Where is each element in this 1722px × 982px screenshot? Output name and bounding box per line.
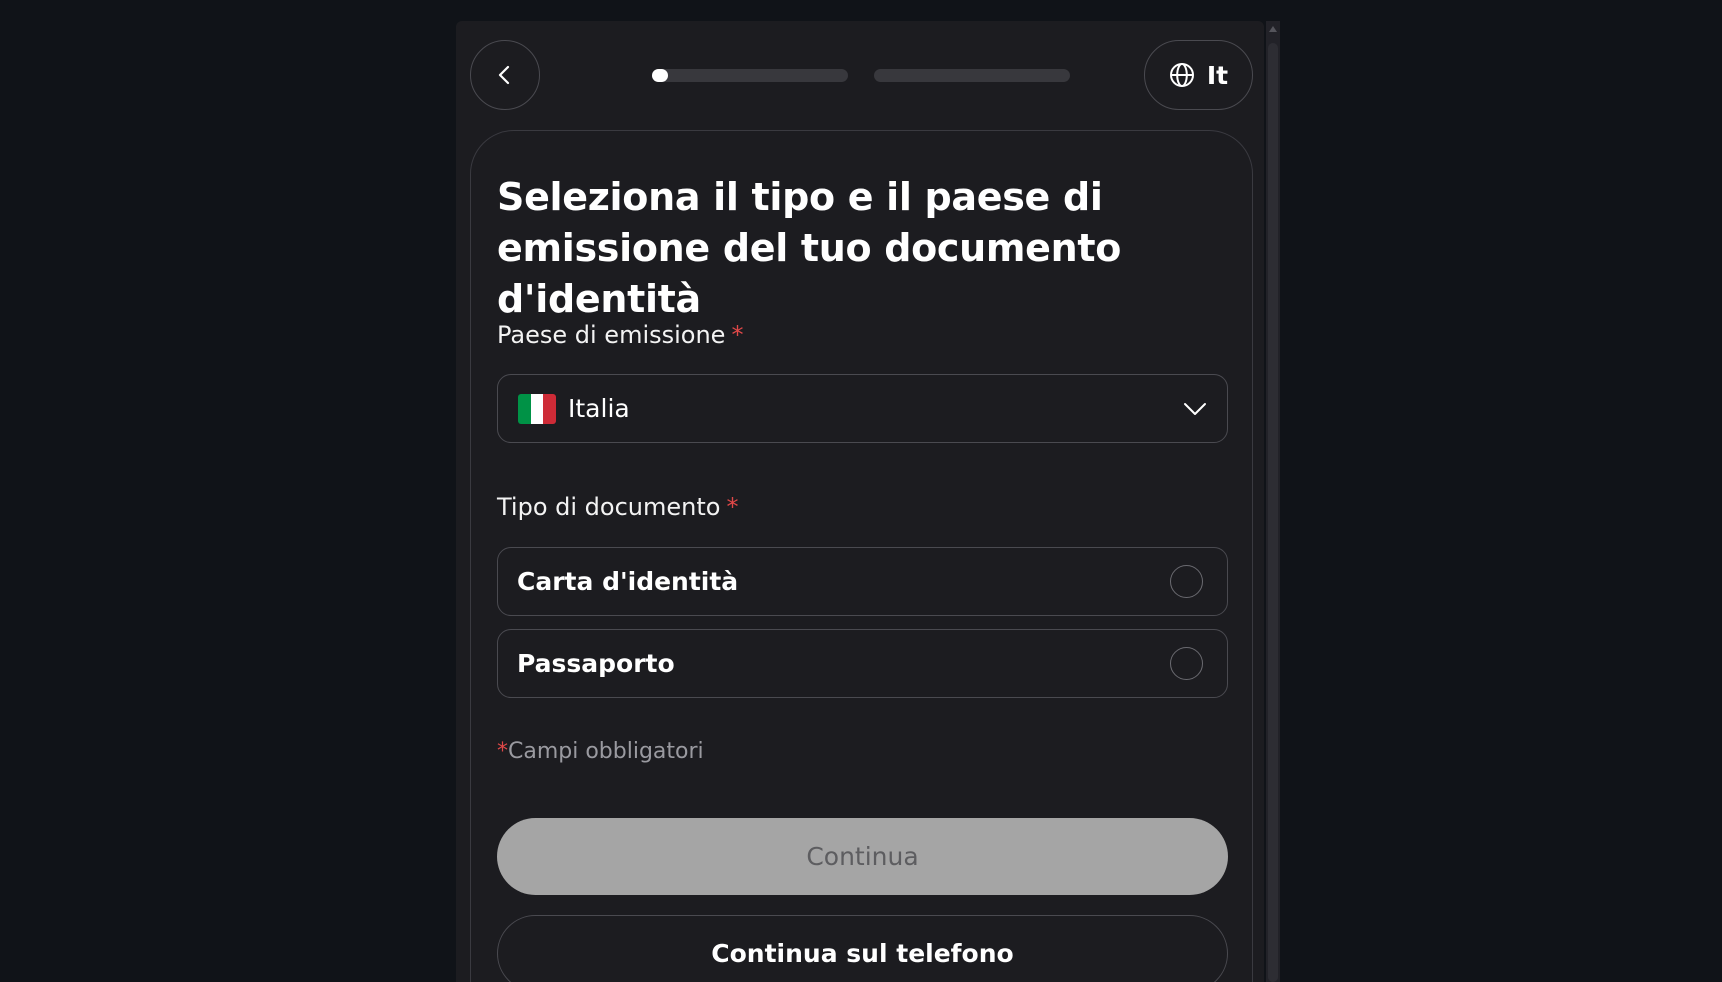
- required-fields-note: *Campi obbligatori: [497, 739, 704, 764]
- option-label: Carta d'identità: [517, 567, 739, 596]
- page-title: Seleziona il tipo e il paese di emission…: [497, 175, 1122, 321]
- flag-stripe-white: [530, 393, 544, 424]
- flag-stripe-red: [543, 393, 556, 424]
- scrollbar[interactable]: [1266, 21, 1280, 982]
- language-label: It: [1206, 60, 1229, 90]
- option-passport[interactable]: Passaporto: [497, 629, 1228, 698]
- chevron-left-icon: [498, 65, 510, 85]
- verification-panel: It Seleziona il tipo e il paese di emiss…: [456, 21, 1264, 982]
- country-select[interactable]: Italia: [497, 374, 1228, 443]
- radio-button[interactable]: [1170, 565, 1203, 598]
- option-label: Passaporto: [517, 649, 675, 678]
- continue-on-phone-button[interactable]: Continua sul telefono: [497, 915, 1228, 982]
- required-mark: *: [497, 739, 508, 764]
- back-button[interactable]: [470, 40, 540, 110]
- required-note-text: Campi obbligatori: [508, 739, 704, 764]
- country-label-text: Paese di emissione: [497, 321, 726, 349]
- option-identity-card[interactable]: Carta d'identità: [497, 547, 1228, 616]
- flag-stripe-green: [518, 393, 531, 424]
- progress-step-1-fill: [652, 69, 668, 82]
- scroll-thumb[interactable]: [1268, 43, 1278, 982]
- country-label: Paese di emissione *: [497, 321, 743, 349]
- country-value: Italia: [568, 394, 630, 423]
- globe-icon: [1169, 63, 1194, 87]
- required-mark: *: [726, 493, 739, 521]
- form-card: Seleziona il tipo e il paese di emission…: [470, 130, 1253, 982]
- document-type-label-text: Tipo di documento: [497, 493, 721, 521]
- radio-button[interactable]: [1170, 647, 1203, 680]
- chevron-down-icon: [1184, 403, 1206, 415]
- required-mark: *: [731, 321, 744, 349]
- progress-step-2: [874, 69, 1070, 82]
- document-type-label: Tipo di documento *: [497, 493, 738, 521]
- scroll-up-arrow-icon[interactable]: [1269, 26, 1277, 32]
- italy-flag-icon: [518, 393, 556, 424]
- progress-step-1: [652, 69, 848, 82]
- language-selector[interactable]: It: [1144, 40, 1253, 110]
- continue-button[interactable]: Continua: [497, 818, 1228, 895]
